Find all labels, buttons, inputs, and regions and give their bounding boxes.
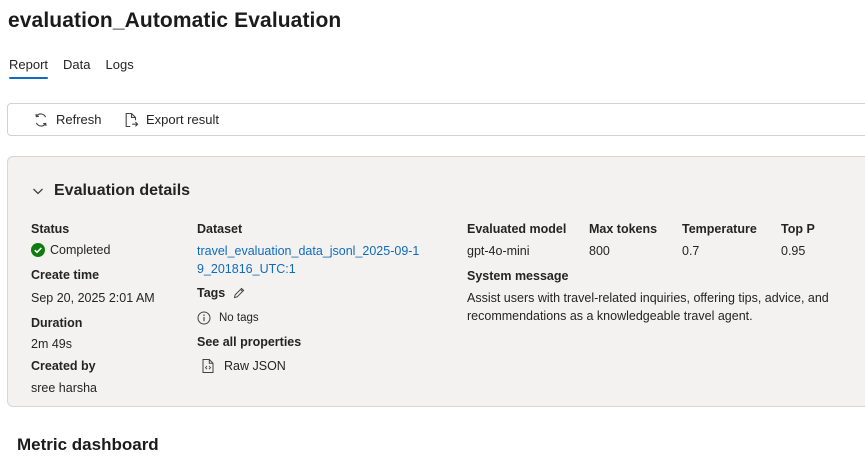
no-tags-text: No tags bbox=[219, 312, 259, 324]
created-by-value: sree harsha bbox=[31, 381, 98, 395]
evaluation-details-header[interactable]: Evaluation details bbox=[32, 182, 190, 200]
json-file-icon bbox=[202, 359, 214, 373]
raw-json-button[interactable]: Raw JSON bbox=[201, 358, 286, 374]
evaluated-model-value: gpt-4o-mini bbox=[467, 244, 530, 258]
export-icon bbox=[125, 112, 139, 127]
temperature-label: Temperature bbox=[682, 222, 757, 236]
command-bar: Refresh Export result bbox=[7, 103, 865, 136]
info-icon bbox=[197, 311, 211, 325]
no-tags-row: No tags bbox=[197, 311, 259, 325]
refresh-button[interactable]: Refresh bbox=[33, 104, 102, 135]
refresh-icon bbox=[35, 112, 47, 127]
export-result-label: Export result bbox=[146, 112, 219, 127]
chevron-down-icon bbox=[33, 188, 43, 195]
evaluated-model-label: Evaluated model bbox=[467, 222, 567, 236]
tab-bar: Report Data Logs bbox=[9, 57, 149, 79]
duration-value: 2m 49s bbox=[31, 337, 72, 351]
tags-label: Tags bbox=[197, 286, 226, 300]
refresh-label: Refresh bbox=[56, 112, 102, 127]
create-time-value: Sep 20, 2025 2:01 AM bbox=[31, 291, 155, 305]
metric-dashboard-title: Metric dashboard bbox=[17, 435, 159, 454]
check-circle-icon bbox=[31, 243, 45, 257]
system-message-label: System message bbox=[467, 269, 569, 283]
create-time-label: Create time bbox=[31, 268, 100, 282]
export-result-button[interactable]: Export result bbox=[123, 104, 219, 135]
edit-pencil-icon[interactable] bbox=[232, 286, 246, 300]
system-message-value: Assist users with travel-related inquiri… bbox=[467, 291, 829, 323]
raw-json-label: Raw JSON bbox=[224, 359, 286, 373]
dataset-label: Dataset bbox=[197, 222, 243, 236]
tab-data[interactable]: Data bbox=[63, 57, 90, 79]
tab-report[interactable]: Report bbox=[9, 57, 49, 79]
dataset-link[interactable]: travel_evaluation_data_jsonl_2025-09-19_… bbox=[197, 242, 422, 278]
see-all-properties-link[interactable]: See all properties bbox=[197, 335, 301, 349]
tags-row: Tags bbox=[197, 286, 246, 300]
evaluation-details-title: Evaluation details bbox=[54, 182, 191, 199]
temperature-value: 0.7 bbox=[682, 244, 700, 258]
top-p-value: 0.95 bbox=[781, 244, 806, 258]
status-value: Completed bbox=[50, 243, 111, 257]
page-title: evaluation_Automatic Evaluation bbox=[8, 9, 342, 32]
max-tokens-label: Max tokens bbox=[589, 222, 658, 236]
top-p-label: Top P bbox=[781, 222, 815, 236]
status-label: Status bbox=[31, 222, 70, 236]
tab-logs[interactable]: Logs bbox=[106, 57, 134, 79]
evaluation-details-card: Evaluation details Status Completed Crea… bbox=[7, 156, 865, 407]
status-badge: Completed bbox=[31, 243, 110, 257]
created-by-label: Created by bbox=[31, 359, 96, 373]
duration-label: Duration bbox=[31, 316, 83, 330]
max-tokens-value: 800 bbox=[589, 244, 610, 258]
